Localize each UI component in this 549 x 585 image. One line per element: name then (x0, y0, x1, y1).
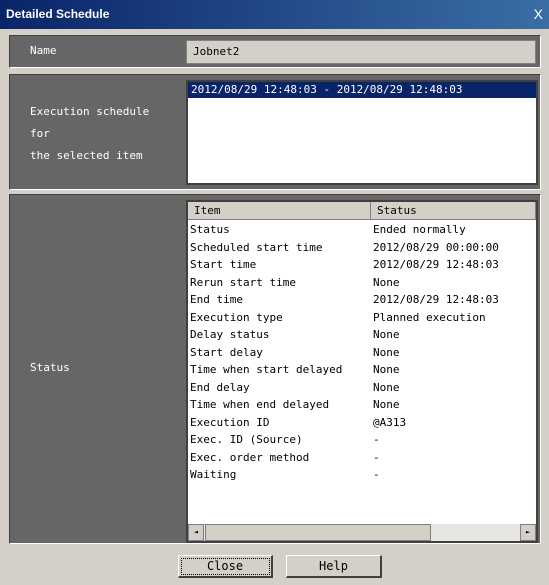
table-row[interactable]: Start time 2012/08/29 12:48:03 (188, 256, 536, 274)
schedule-label-line-1: Execution schedule (30, 105, 150, 118)
scroll-right-icon[interactable]: ► (520, 524, 536, 541)
table-row[interactable]: Execution type Planned execution (188, 309, 536, 327)
row-item-cell: Delay status (190, 328, 270, 341)
table-row[interactable]: Time when end delayed None (188, 396, 536, 414)
schedule-panel: Execution schedule for the selected item… (9, 74, 541, 190)
status-panel: Status Item Status Status Ended normally S… (9, 194, 541, 544)
row-status-cell: None (373, 363, 400, 376)
table-row[interactable]: End time 2012/08/29 12:48:03 (188, 291, 536, 309)
status-rows: Status Ended normally Scheduled start time… (188, 221, 536, 484)
row-status-cell: Planned execution (373, 310, 486, 324)
horizontal-scrollbar[interactable]: ◄ ► (188, 524, 536, 541)
row-item-cell: Execution ID (190, 415, 270, 429)
table-row[interactable]: Rerun start time None (188, 274, 536, 292)
row-item-cell: Exec. order method (190, 450, 310, 464)
name-field[interactable]: Jobnet2 (186, 40, 536, 64)
table-row[interactable]: Time when start delayed None (188, 361, 536, 379)
row-status-cell: 2012/08/29 12:48:03 (373, 258, 499, 271)
row-status-cell: None (373, 345, 400, 359)
window-title: Detailed Schedule (6, 7, 110, 21)
row-item-cell: Time when start delayed (190, 363, 343, 376)
table-row[interactable]: Execution ID @A313 (188, 414, 536, 432)
scroll-left-icon[interactable]: ◄ (188, 524, 204, 541)
row-status-cell: None (373, 328, 400, 341)
column-header-status[interactable]: Status (371, 202, 536, 220)
schedule-list[interactable]: 2012/08/29 12:48:03 - 2012/08/29 12:48:0… (186, 80, 538, 185)
row-status-cell: None (373, 275, 400, 289)
table-row[interactable]: Start delay None (188, 344, 536, 362)
row-status-cell: 2012/08/29 12:48:03 (373, 293, 499, 306)
schedule-label-line-2: for (30, 127, 50, 140)
schedule-label: Execution schedule for the selected item (30, 101, 149, 167)
table-row[interactable]: Waiting - (188, 466, 536, 484)
row-status-cell: Ended normally (373, 223, 466, 236)
row-item-cell: End time (190, 293, 243, 306)
table-row[interactable]: End delay None (188, 379, 536, 397)
row-status-cell: None (373, 380, 400, 394)
row-status-cell: @A313 (373, 415, 407, 429)
table-row[interactable]: Delay status None (188, 326, 536, 344)
status-label: Status (30, 361, 70, 374)
row-status-cell: - (373, 468, 380, 481)
name-panel: Name Jobnet2 (9, 35, 541, 68)
close-button[interactable]: Close (178, 555, 273, 578)
table-row[interactable]: Exec. order method - (188, 449, 536, 467)
row-item-cell: Status (190, 223, 230, 236)
schedule-list-item[interactable]: 2012/08/29 12:48:03 - 2012/08/29 12:48:0… (188, 82, 536, 98)
name-label: Name (30, 44, 57, 57)
status-table[interactable]: Item Status Status Ended normally Schedule… (186, 200, 538, 543)
row-item-cell: Exec. ID (Source) (190, 433, 303, 446)
table-row[interactable]: Exec. ID (Source) - (188, 431, 536, 449)
close-icon[interactable]: X (534, 7, 543, 21)
row-status-cell: - (373, 433, 380, 446)
row-item-cell: Execution type (190, 310, 283, 324)
column-header-item[interactable]: Item (188, 202, 371, 220)
help-button[interactable]: Help (286, 555, 382, 578)
table-row[interactable]: Scheduled start time 2012/08/29 00:00:00 (188, 239, 536, 257)
schedule-label-line-3: the selected item (30, 149, 143, 162)
row-item-cell: End delay (190, 380, 250, 394)
row-item-cell: Start delay (190, 345, 263, 359)
table-row[interactable]: Status Ended normally (188, 221, 536, 239)
row-item-cell: Rerun start time (190, 275, 296, 289)
row-item-cell: Start time (190, 258, 257, 271)
row-item-cell: Time when end delayed (190, 398, 330, 411)
scroll-thumb[interactable] (205, 524, 431, 541)
row-status-cell: 2012/08/29 00:00:00 (373, 240, 499, 254)
row-item-cell: Scheduled start time (190, 240, 323, 254)
row-status-cell: - (373, 450, 380, 464)
row-status-cell: None (373, 398, 400, 411)
row-item-cell: Waiting (190, 468, 237, 481)
title-bar: Detailed Schedule X (0, 0, 549, 29)
